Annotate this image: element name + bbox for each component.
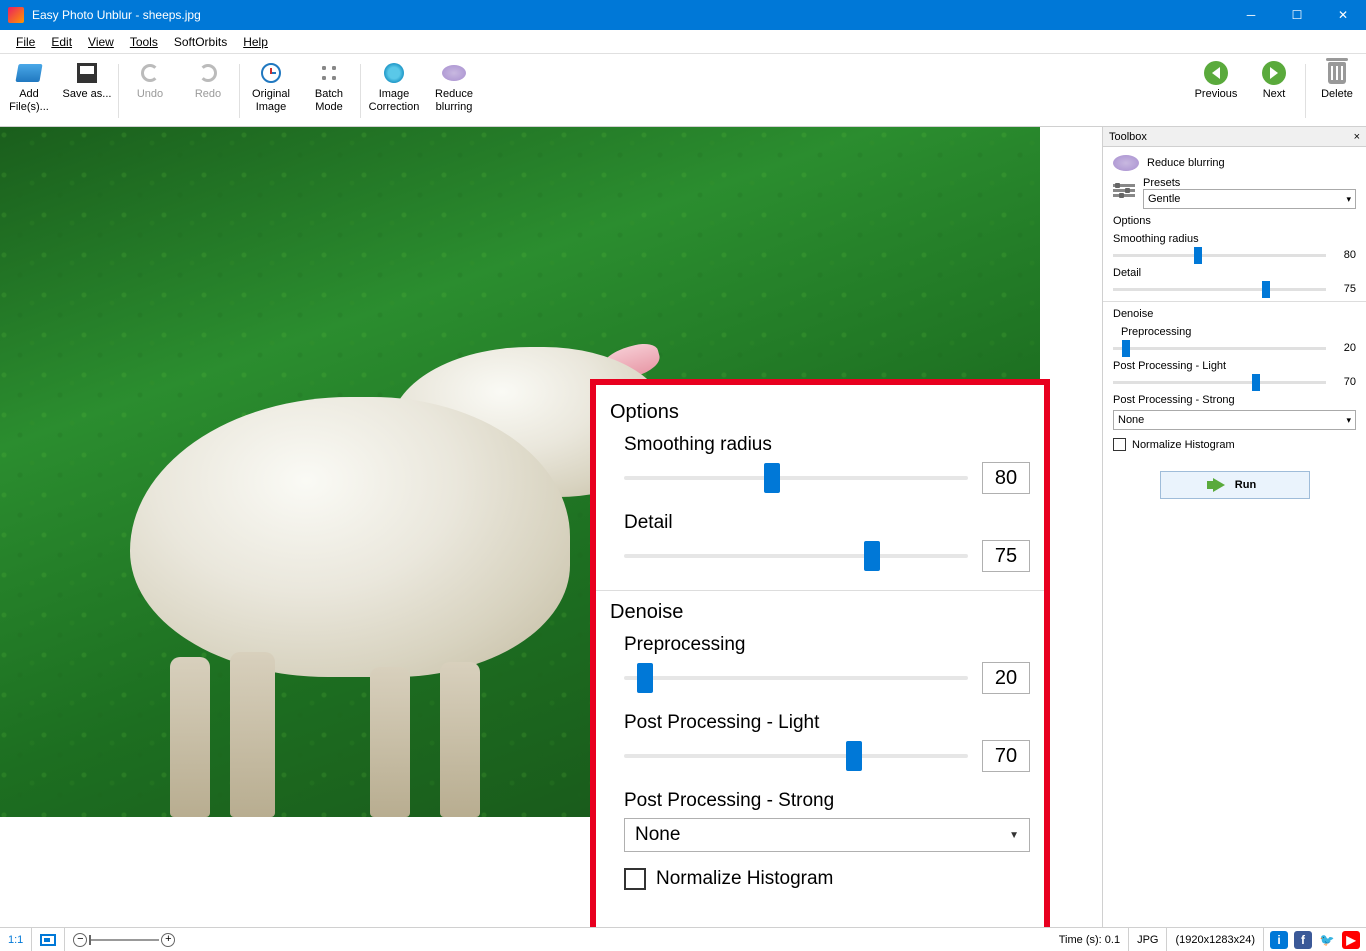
clock-icon: [261, 63, 281, 83]
denoise-heading: Denoise: [610, 601, 1030, 624]
zoom-slider[interactable]: [89, 939, 159, 941]
twitter-icon[interactable]: 🐦: [1318, 931, 1336, 949]
window-title: Easy Photo Unblur - sheeps.jpg: [32, 8, 1228, 22]
add-files-button[interactable]: Add File(s)...: [0, 58, 58, 126]
pp-light-label: Post Processing - Light: [624, 712, 1030, 734]
zoom-out-button[interactable]: −: [73, 933, 87, 947]
preprocessing-value[interactable]: 20: [982, 662, 1030, 694]
sp-detail-label: Detail: [1113, 267, 1356, 279]
sp-pp-strong-select[interactable]: None: [1113, 410, 1356, 430]
toolbox-close-icon[interactable]: ×: [1354, 131, 1360, 143]
sp-pp-light-value: 70: [1332, 376, 1356, 388]
pp-light-slider[interactable]: [624, 754, 968, 758]
next-button[interactable]: Next: [1245, 58, 1303, 126]
save-as-button[interactable]: Save as...: [58, 58, 116, 126]
maximize-button[interactable]: ☐: [1274, 0, 1320, 30]
normalize-histogram-label: Normalize Histogram: [656, 868, 833, 890]
menu-tools[interactable]: Tools: [122, 33, 166, 51]
sp-normalize-checkbox[interactable]: [1113, 438, 1126, 451]
delete-button[interactable]: Delete: [1308, 58, 1366, 126]
options-heading: Options: [610, 401, 1030, 424]
arrow-left-icon: [1204, 61, 1228, 85]
app-icon: [8, 7, 24, 23]
menubar: File Edit View Tools SoftOrbits Help: [0, 30, 1366, 54]
detail-slider[interactable]: [624, 554, 968, 558]
previous-button[interactable]: Previous: [1187, 58, 1245, 126]
normalize-histogram-checkbox[interactable]: [624, 868, 646, 890]
smoothing-radius-value[interactable]: 80: [982, 462, 1030, 494]
sp-normalize-label: Normalize Histogram: [1132, 439, 1235, 451]
toolbox-title: Toolbox: [1109, 131, 1147, 143]
menu-file[interactable]: File: [8, 33, 43, 51]
presets-select[interactable]: Gentle: [1143, 189, 1356, 209]
preprocessing-label: Preprocessing: [624, 634, 1030, 656]
titlebar: Easy Photo Unblur - sheeps.jpg ─ ☐ ✕: [0, 0, 1366, 30]
fit-icon: [40, 934, 56, 946]
blur-icon: [1113, 155, 1139, 171]
sp-preprocessing-slider[interactable]: [1113, 347, 1326, 350]
batch-mode-button[interactable]: Batch Mode: [300, 58, 358, 126]
redo-icon: [199, 64, 217, 82]
blur-icon: [442, 65, 466, 81]
sp-smoothing-label: Smoothing radius: [1113, 233, 1356, 245]
tool-name: Reduce blurring: [1147, 157, 1225, 169]
sp-pp-light-label: Post Processing - Light: [1113, 360, 1356, 372]
menu-help[interactable]: Help: [235, 33, 276, 51]
gear-icon: [319, 63, 339, 83]
status-time: Time (s): 0.1: [1051, 928, 1129, 951]
menu-view[interactable]: View: [80, 33, 122, 51]
sparkle-icon: [384, 63, 404, 83]
detail-value[interactable]: 75: [982, 540, 1030, 572]
undo-icon: [141, 64, 159, 82]
sp-preprocessing-label: Preprocessing: [1121, 326, 1356, 338]
run-arrow-icon: [1213, 478, 1225, 492]
status-format: JPG: [1129, 928, 1167, 951]
sp-smoothing-value: 80: [1332, 249, 1356, 261]
sp-options-heading: Options: [1113, 215, 1356, 227]
run-button[interactable]: Run: [1160, 471, 1310, 499]
detail-label: Detail: [624, 512, 1030, 534]
pp-light-value[interactable]: 70: [982, 740, 1030, 772]
sp-pp-light-slider[interactable]: [1113, 381, 1326, 384]
presets-label: Presets: [1143, 177, 1356, 189]
sp-smoothing-slider[interactable]: [1113, 254, 1326, 257]
toolbox-panel: Toolbox × Reduce blurring Presets Gentle…: [1102, 127, 1366, 927]
redo-button[interactable]: Redo: [179, 58, 237, 126]
zoom-in-button[interactable]: +: [161, 933, 175, 947]
add-icon: [15, 64, 42, 82]
sp-denoise-heading: Denoise: [1113, 308, 1356, 320]
toolbar: Add File(s)... Save as... Undo Redo Orig…: [0, 54, 1366, 127]
fit-to-window[interactable]: [32, 928, 65, 951]
sp-pp-strong-label: Post Processing - Strong: [1113, 394, 1356, 406]
image-correction-button[interactable]: Image Correction: [363, 58, 425, 126]
sp-preprocessing-value: 20: [1332, 342, 1356, 354]
arrow-right-icon: [1262, 61, 1286, 85]
minimize-button[interactable]: ─: [1228, 0, 1274, 30]
youtube-icon[interactable]: ▶: [1342, 931, 1360, 949]
status-dimensions: (1920x1283x24): [1167, 928, 1264, 951]
pp-strong-label: Post Processing - Strong: [624, 790, 1030, 812]
sp-detail-value: 75: [1332, 283, 1356, 295]
image-canvas[interactable]: Options Smoothing radius 80 Detail 75 De…: [0, 127, 1102, 927]
pp-strong-select[interactable]: None: [624, 818, 1030, 852]
reduce-blurring-button[interactable]: Reduce blurring: [425, 58, 483, 126]
options-overlay: Options Smoothing radius 80 Detail 75 De…: [590, 379, 1050, 927]
facebook-icon[interactable]: f: [1294, 931, 1312, 949]
close-button[interactable]: ✕: [1320, 0, 1366, 30]
trash-icon: [1328, 62, 1346, 84]
info-icon[interactable]: i: [1270, 931, 1288, 949]
sp-detail-slider[interactable]: [1113, 288, 1326, 291]
smoothing-radius-slider[interactable]: [624, 476, 968, 480]
menu-softorbits[interactable]: SoftOrbits: [166, 33, 235, 51]
original-image-button[interactable]: Original Image: [242, 58, 300, 126]
statusbar: 1:1 − + Time (s): 0.1 JPG (1920x1283x24)…: [0, 927, 1366, 951]
zoom-ratio[interactable]: 1:1: [0, 928, 32, 951]
preprocessing-slider[interactable]: [624, 676, 968, 680]
menu-edit[interactable]: Edit: [43, 33, 80, 51]
smoothing-radius-label: Smoothing radius: [624, 434, 1030, 456]
presets-icon: [1113, 184, 1135, 202]
save-icon: [77, 63, 97, 83]
undo-button[interactable]: Undo: [121, 58, 179, 126]
